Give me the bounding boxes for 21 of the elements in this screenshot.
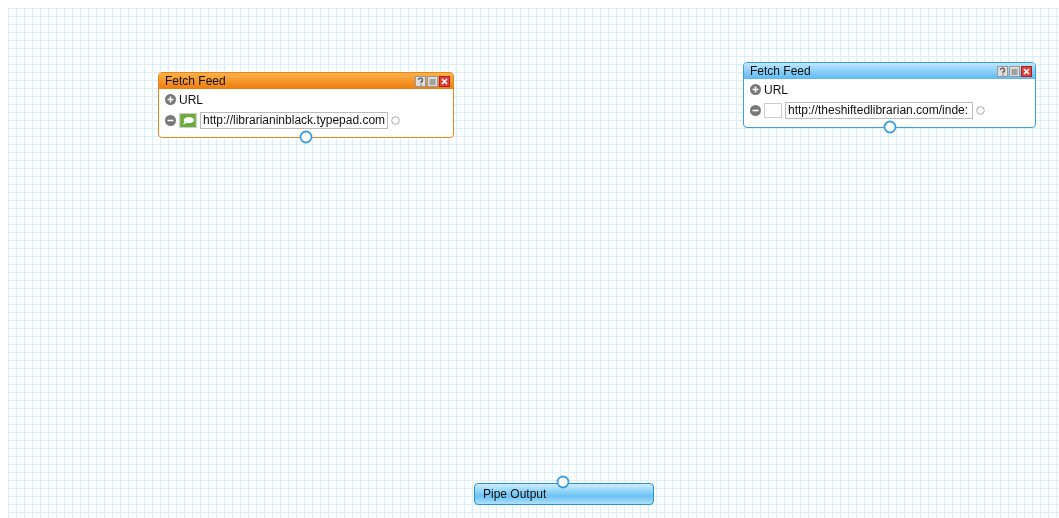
help-icon[interactable] <box>997 65 1008 77</box>
remove-icon[interactable] <box>165 115 176 126</box>
add-icon[interactable] <box>750 84 761 95</box>
close-icon[interactable] <box>439 75 450 87</box>
input-connector[interactable] <box>556 475 570 489</box>
output-connector[interactable] <box>299 130 313 144</box>
remove-icon[interactable] <box>750 105 761 116</box>
module-header[interactable]: Fetch Feed <box>744 63 1035 79</box>
field-label: URL <box>764 82 788 97</box>
module-header[interactable]: Fetch Feed <box>159 73 453 89</box>
url-field[interactable]: http://theshiftedlibrarian.com/inde: <box>785 102 973 119</box>
help-icon[interactable] <box>415 75 426 87</box>
module-title: Fetch Feed <box>750 64 812 78</box>
field-label: URL <box>179 92 203 107</box>
output-connector[interactable] <box>882 120 897 134</box>
module-title: Pipe Output <box>483 487 547 501</box>
url-field[interactable]: http://librarianinblack.typepad.com <box>200 112 388 129</box>
pipe-output-module[interactable]: Pipe Output <box>474 483 654 505</box>
close-icon[interactable] <box>1021 65 1032 77</box>
module-title: Fetch Feed <box>165 74 227 88</box>
add-icon[interactable] <box>165 94 176 105</box>
